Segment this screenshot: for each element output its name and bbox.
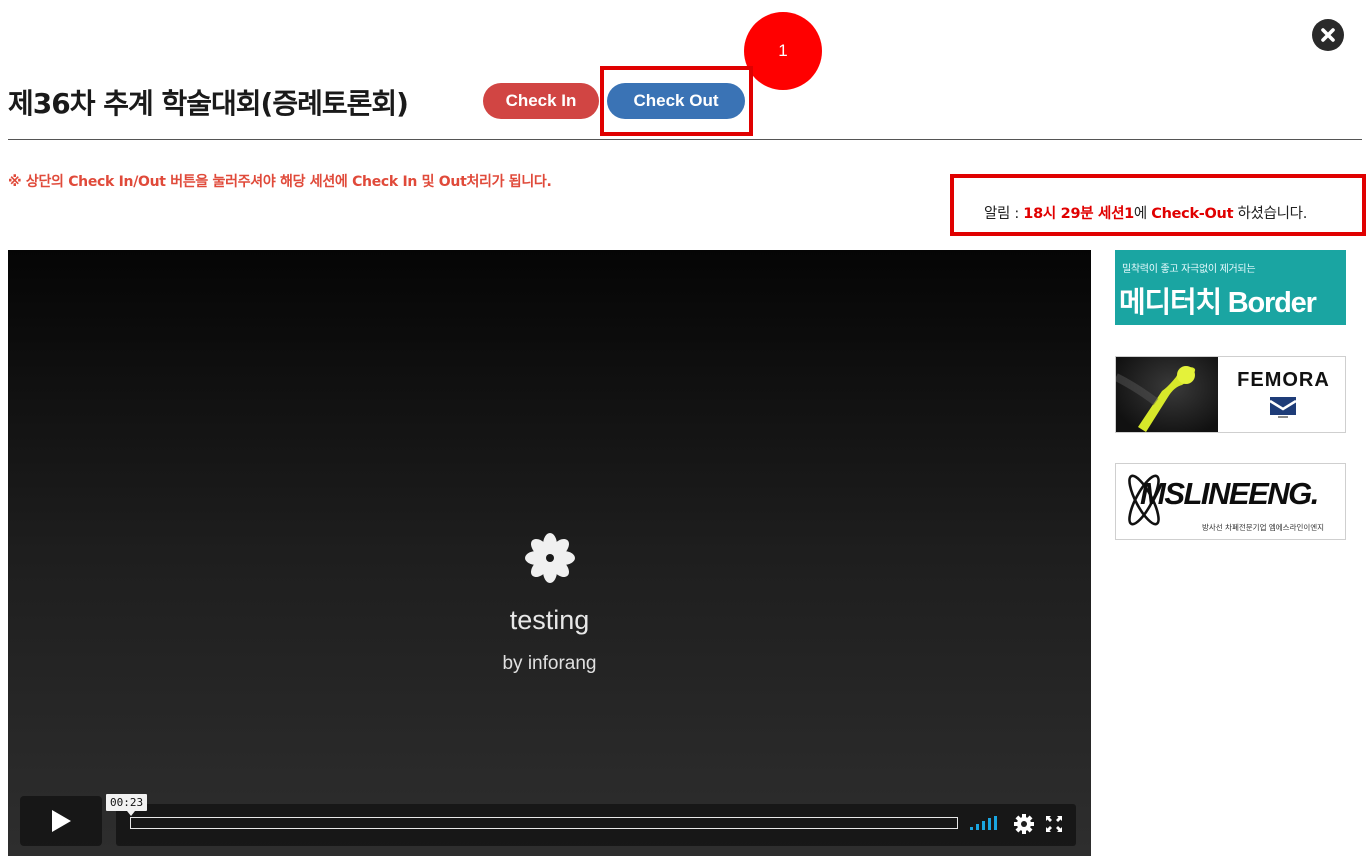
time-tooltip-arrow [127, 811, 135, 816]
check-in-button[interactable]: Check In [483, 83, 599, 119]
progress-bar[interactable] [130, 817, 958, 829]
close-button[interactable] [1312, 19, 1344, 51]
ad-subtitle: 방사선 차폐전문기업 엠에스라인이엔지 [1202, 523, 1325, 532]
ad-mslineeng[interactable]: MSLINEENG. 방사선 차폐전문기업 엠에스라인이엔지 [1115, 463, 1346, 540]
company-logo-icon [1270, 397, 1296, 418]
step-marker-badge: 1 [744, 12, 822, 90]
gear-icon[interactable] [1014, 814, 1034, 834]
xray-image [1116, 357, 1218, 432]
notice-suffix: 하셨습니다. [1233, 206, 1308, 222]
ad-title: 메디터치 Border [1119, 287, 1317, 319]
video-title: testing [509, 605, 590, 635]
page-title: 제36차 추계 학술대회(증례토론회) [8, 87, 409, 120]
play-button[interactable] [20, 796, 102, 846]
ad-femora[interactable]: FEMORA [1115, 356, 1346, 433]
notice-time-session: 18시 29분 세션1 [1023, 206, 1134, 222]
notice-action: Check-Out [1151, 206, 1234, 222]
fullscreen-icon[interactable] [1046, 816, 1062, 832]
ad-title: MSLINEENG. [1140, 476, 1319, 511]
play-icon [52, 810, 71, 832]
close-icon [1321, 28, 1335, 42]
ad-subtitle: 밀착력이 좋고 자극없이 제거되는 [1122, 264, 1256, 275]
notice-prefix: 알림 : [984, 206, 1024, 222]
check-instruction-text: ※ 상단의 Check In/Out 버튼을 눌러주셔야 해당 세션에 Chec… [8, 174, 552, 190]
check-out-highlight-box [600, 66, 753, 136]
video-subtitle: by inforang [502, 653, 597, 674]
time-tooltip: 00:23 [106, 794, 148, 811]
notice-mid: 에 [1133, 206, 1152, 222]
header-divider [8, 139, 1362, 140]
ad-meditouch-border[interactable]: 밀착력이 좋고 자극없이 제거되는 메디터치 Border [1115, 250, 1346, 325]
video-player[interactable]: testing by inforang 00:23 [8, 250, 1091, 856]
ad-title: FEMORA [1237, 369, 1330, 391]
flower-logo-icon [525, 533, 575, 583]
checkout-notice: 알림 : 18시 29분 세션1에 Check-Out 하셨습니다. [984, 202, 1307, 223]
volume-icon[interactable] [970, 816, 1004, 830]
